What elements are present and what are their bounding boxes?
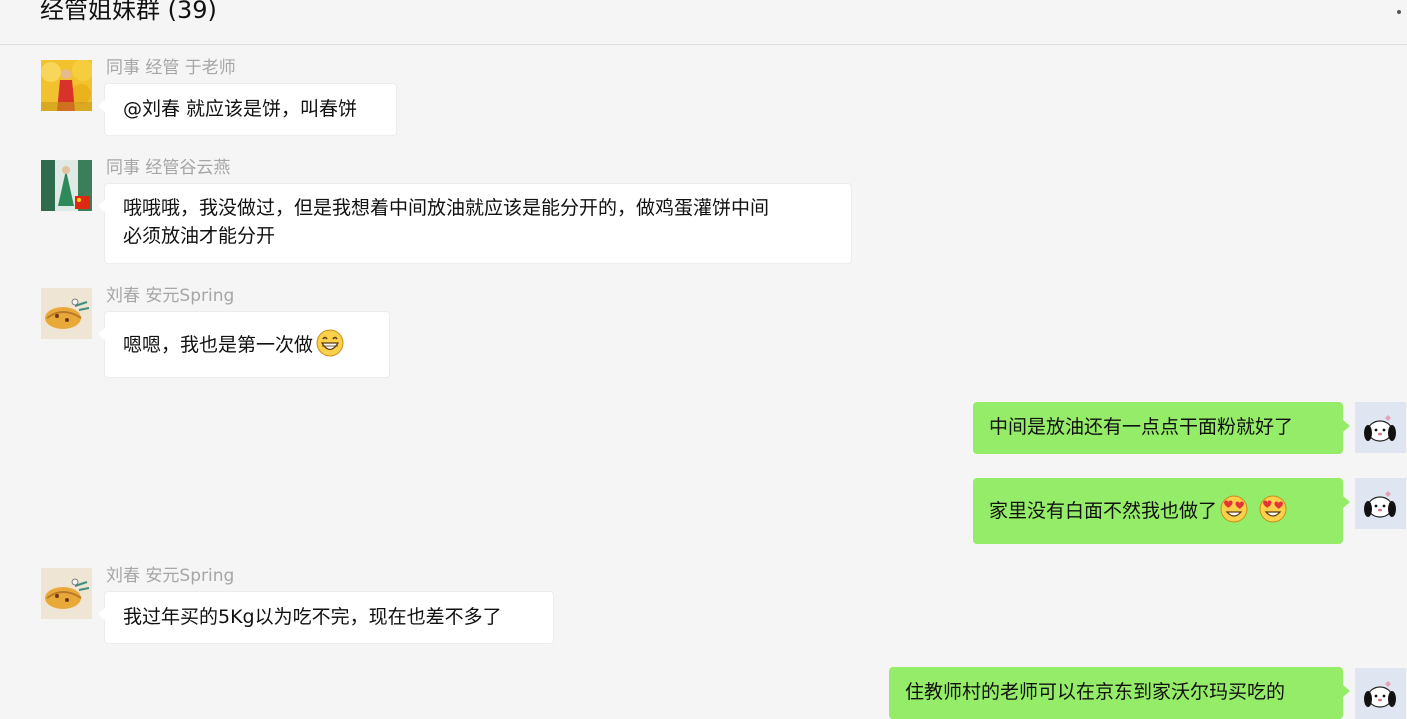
heart-eyes-emoji [1259,495,1287,523]
message-bubble[interactable]: 嗯嗯，我也是第一次做 [98,311,390,378]
chat-title: 经管姐妹群 (39) [40,0,217,24]
avatar-self[interactable] [1355,478,1406,529]
message-text: 我过年买的5Kg以为吃不完，现在也差不多了 [123,606,502,628]
sender-name: 刘春 安元Spring [106,286,235,306]
avatar-gu-yunyan[interactable] [41,160,92,211]
heart-eyes-emoji [1220,495,1248,523]
avatar-liu-chun[interactable] [41,288,92,339]
avatar-self[interactable] [1355,668,1406,719]
grinning-face-emoji [316,329,344,357]
chat-header: 经管姐妹群 (39) [0,0,1407,45]
message-bubble-self[interactable]: 中间是放油还有一点点干面粉就好了 [973,402,1350,454]
avatar-liu-chun[interactable] [41,568,92,619]
message-bubble-self[interactable]: 家里没有白面不然我也做了 [973,478,1350,544]
message-bubble-self[interactable]: 住教师村的老师可以在京东到家沃尔玛买吃的 [889,667,1350,719]
avatar-self[interactable] [1355,402,1406,453]
message-text: @刘春 就应该是饼，叫春饼 [123,98,358,120]
message-bubble[interactable]: 我过年买的5Kg以为吃不完，现在也差不多了 [98,591,554,644]
message-text: 嗯嗯，我也是第一次做 [123,334,314,356]
sender-name: 同事 经管 于老师 [106,58,236,78]
message-text-line: 哦哦哦，我没做过，但是我想着中间放油就应该是能分开的，做鸡蛋灌饼中间 [123,197,770,219]
message-bubble[interactable]: 哦哦哦，我没做过，但是我想着中间放油就应该是能分开的，做鸡蛋灌饼中间 必须放油才… [98,183,852,264]
message-text-line: 必须放油才能分开 [123,225,276,247]
message-bubble[interactable]: @刘春 就应该是饼，叫春饼 [98,83,397,136]
more-options-icon[interactable] [1397,10,1401,14]
sender-name: 刘春 安元Spring [106,566,235,586]
message-text: 中间是放油还有一点点干面粉就好了 [989,416,1294,438]
sender-name: 同事 经管谷云燕 [106,158,231,178]
avatar-yu-laoshi[interactable] [41,60,92,111]
message-text: 家里没有白面不然我也做了 [989,500,1218,522]
message-text: 住教师村的老师可以在京东到家沃尔玛买吃的 [905,681,1286,703]
